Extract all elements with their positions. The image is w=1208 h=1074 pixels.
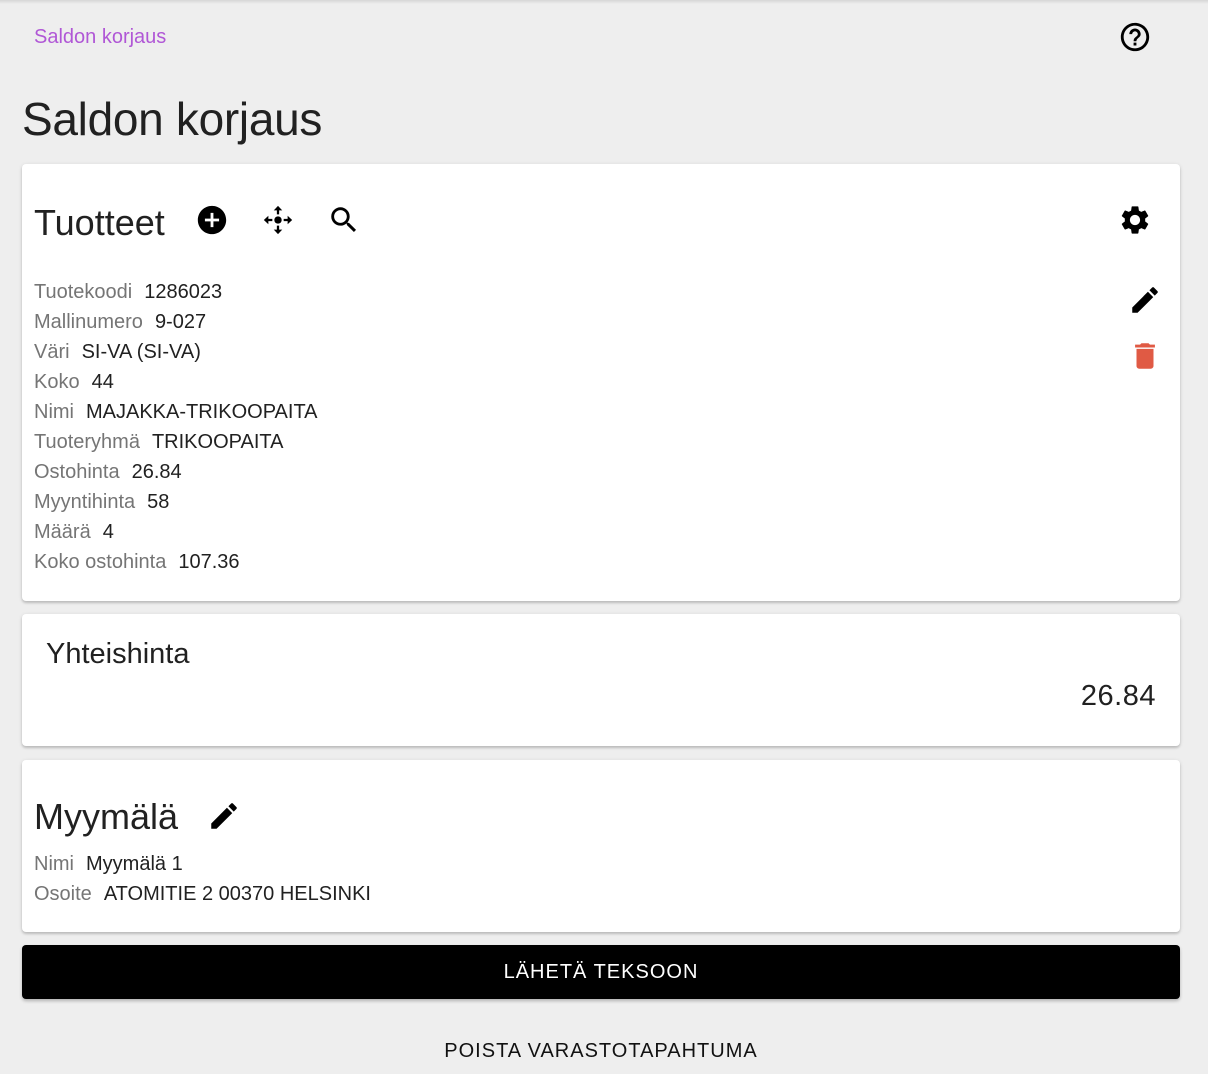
field-label: Osoite	[34, 883, 92, 905]
add-circle-icon	[195, 203, 229, 237]
field-label: Määrä	[34, 521, 91, 543]
search-icon	[327, 203, 361, 237]
store-fields: Nimi Myymälä 1 Osoite ATOMITIE 2 00370 HEL…	[34, 849, 371, 909]
field-value: 26.84	[131, 461, 182, 483]
field-label: Väri	[34, 341, 70, 363]
field-value: SI-VA (SI-VA)	[81, 341, 201, 363]
products-title: Tuotteet	[34, 202, 165, 243]
field-row-mallinumero: Mallinumero 9-027	[34, 307, 318, 337]
field-row-myyntihinta: Myyntihinta 58	[34, 487, 318, 517]
store-card: Myymälä Nimi Myymälä 1 Osoite ATOMITIE 2 0…	[22, 760, 1180, 932]
field-row-store-osoite: Osoite ATOMITIE 2 00370 HELSINKI	[34, 879, 371, 909]
settings-button[interactable]	[1115, 200, 1155, 240]
pencil-icon	[207, 799, 241, 833]
send-to-teksoon-button[interactable]: LÄHETÄ TEKSOON	[22, 945, 1180, 999]
field-value: 9-027	[154, 311, 207, 333]
store-title: Myymälä	[34, 796, 179, 837]
trash-icon	[1128, 339, 1162, 373]
field-row-ostohinta: Ostohinta 26.84	[34, 457, 318, 487]
field-value: 1286023	[144, 281, 223, 303]
edit-store-button[interactable]	[204, 796, 244, 836]
delete-product-button[interactable]	[1125, 336, 1165, 376]
move-icon	[261, 203, 295, 237]
field-value: ATOMITIE 2 00370 HELSINKI	[103, 883, 371, 905]
field-row-nimi: Nimi MAJAKKA-TRIKOOPAITA	[34, 397, 318, 427]
search-button[interactable]	[324, 200, 364, 240]
add-product-button[interactable]	[192, 200, 232, 240]
field-row-vari: Väri SI-VA (SI-VA)	[34, 337, 318, 367]
pencil-icon	[1128, 283, 1162, 317]
total-label: Yhteishinta	[46, 638, 190, 670]
field-label: Mallinumero	[34, 311, 143, 333]
field-value: TRIKOOPAITA	[151, 431, 284, 453]
top-shadow	[0, 0, 1208, 4]
field-row-koko-ostohinta: Koko ostohinta 107.36	[34, 547, 318, 577]
page-title: Saldon korjaus	[22, 93, 323, 145]
move-button[interactable]	[258, 200, 298, 240]
help-button[interactable]	[1117, 21, 1153, 57]
field-label: Ostohinta	[34, 461, 120, 483]
total-value: 26.84	[1080, 680, 1156, 712]
total-card: Yhteishinta 26.84	[22, 614, 1180, 746]
field-label: Tuoteryhmä	[34, 431, 140, 453]
field-label: Tuotekoodi	[34, 281, 133, 303]
field-row-maara: Määrä 4	[34, 517, 318, 547]
field-row-tuotekoodi: Tuotekoodi 1286023	[34, 277, 318, 307]
breadcrumb-saldon-korjaus[interactable]: Saldon korjaus	[34, 26, 166, 49]
gear-icon	[1118, 203, 1152, 237]
field-label: Koko ostohinta	[34, 551, 167, 573]
field-label: Koko	[34, 371, 80, 393]
field-value: 44	[91, 371, 114, 393]
field-label: Nimi	[34, 401, 74, 423]
field-label: Myyntihinta	[34, 491, 136, 513]
product-fields: Tuotekoodi 1286023 Mallinumero 9-027 Väri S…	[34, 277, 318, 577]
field-value: 4	[102, 521, 114, 543]
products-card: Tuotteet Tuotekoodi 1286023 Mallinumero …	[22, 164, 1180, 601]
field-value: MAJAKKA-TRIKOOPAITA	[86, 401, 318, 423]
field-value: 58	[147, 491, 170, 513]
field-row-koko: Koko 44	[34, 367, 318, 397]
field-label: Nimi	[34, 853, 74, 875]
field-row-store-nimi: Nimi Myymälä 1	[34, 849, 371, 879]
field-value: Myymälä 1	[86, 853, 183, 875]
field-value: 107.36	[178, 551, 240, 573]
edit-product-button[interactable]	[1125, 280, 1165, 320]
delete-stock-event-button[interactable]: POISTA VARASTOTAPAHTUMA	[22, 1025, 1180, 1074]
field-row-tuoteryhma: Tuoteryhmä TRIKOOPAITA	[34, 427, 318, 457]
help-circle-icon	[1118, 20, 1152, 59]
